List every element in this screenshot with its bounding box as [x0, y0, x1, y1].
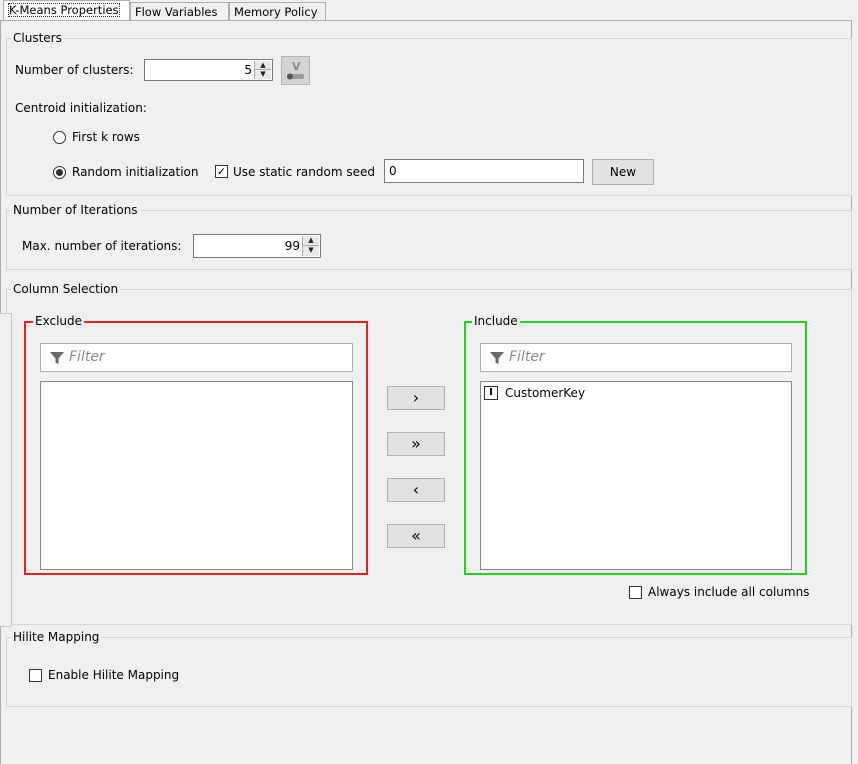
num-clusters-label: Number of clusters:	[15, 63, 134, 77]
centroid-init-label: Centroid initialization:	[15, 101, 147, 115]
include-filter-placeholder: Filter	[509, 349, 545, 365]
random-init-label: Random initialization	[72, 165, 199, 179]
max-iterations-spinner[interactable]: 99 ▲ ▼	[193, 234, 321, 258]
iterations-legend: Number of Iterations	[11, 203, 140, 217]
always-include-checkbox[interactable]	[629, 586, 642, 599]
column-selection-legend: Column Selection	[11, 282, 121, 296]
static-seed-label: Use static random seed	[233, 165, 375, 179]
filter-icon	[50, 352, 64, 364]
spinner-up-icon[interactable]: ▲	[255, 61, 271, 70]
remove-all-button[interactable]: «	[387, 524, 445, 548]
first-k-rows-radio[interactable]	[53, 131, 66, 144]
tab-memory-policy[interactable]: Memory Policy	[229, 2, 326, 20]
tab-flow-variables[interactable]: Flow Variables	[130, 2, 229, 20]
max-iterations-value: 99	[284, 239, 300, 253]
hilite-legend: Hilite Mapping	[11, 630, 102, 644]
exclude-filter-input[interactable]: Filter	[40, 343, 353, 372]
list-item[interactable]: I CustomerKey	[483, 385, 783, 402]
remove-button[interactable]: ‹	[387, 478, 445, 502]
random-init-radio[interactable]	[53, 166, 66, 179]
static-seed-checkbox[interactable]: ✓	[215, 165, 228, 178]
tab-kmeans-properties[interactable]: K-Means Properties	[3, 0, 130, 21]
svg-text:V: V	[292, 60, 301, 73]
new-seed-button[interactable]: New	[592, 159, 654, 185]
clusters-legend: Clusters	[11, 31, 64, 45]
include-filter-input[interactable]: Filter	[480, 343, 792, 372]
num-clusters-value: 5	[244, 63, 252, 77]
double-chevron-left-icon: «	[411, 526, 421, 545]
tab-bar: K-Means Properties Flow Variables Memory…	[0, 0, 858, 21]
include-title: Include	[472, 314, 520, 328]
exclude-filter-placeholder: Filter	[69, 349, 105, 365]
seed-input[interactable]: 0	[384, 159, 584, 183]
flow-variable-button[interactable]: V	[281, 56, 310, 85]
max-iterations-label: Max. number of iterations:	[22, 239, 182, 253]
spinner-down-icon[interactable]: ▼	[303, 246, 319, 256]
add-button[interactable]: ›	[387, 386, 445, 410]
always-include-label: Always include all columns	[648, 585, 810, 599]
double-chevron-right-icon: »	[411, 434, 421, 453]
exclude-list[interactable]	[40, 381, 353, 570]
flow-variable-icon: V	[287, 60, 304, 80]
side-scroll-edge	[0, 313, 12, 627]
spinner-up-icon[interactable]: ▲	[303, 236, 319, 246]
first-k-rows-label: First k rows	[72, 130, 140, 144]
integer-type-icon: I	[484, 386, 498, 400]
filter-icon	[490, 352, 504, 364]
chevron-right-icon: ›	[412, 388, 420, 407]
include-list[interactable]: I CustomerKey	[480, 381, 792, 570]
column-name: CustomerKey	[505, 386, 586, 400]
exclude-title: Exclude	[33, 314, 85, 328]
add-all-button[interactable]: »	[387, 432, 445, 456]
num-clusters-spinner[interactable]: 5 ▲ ▼	[144, 59, 273, 81]
spinner-down-icon[interactable]: ▼	[255, 70, 271, 79]
enable-hilite-checkbox[interactable]	[29, 669, 42, 682]
chevron-left-icon: ‹	[412, 480, 420, 499]
enable-hilite-label: Enable Hilite Mapping	[48, 668, 180, 682]
